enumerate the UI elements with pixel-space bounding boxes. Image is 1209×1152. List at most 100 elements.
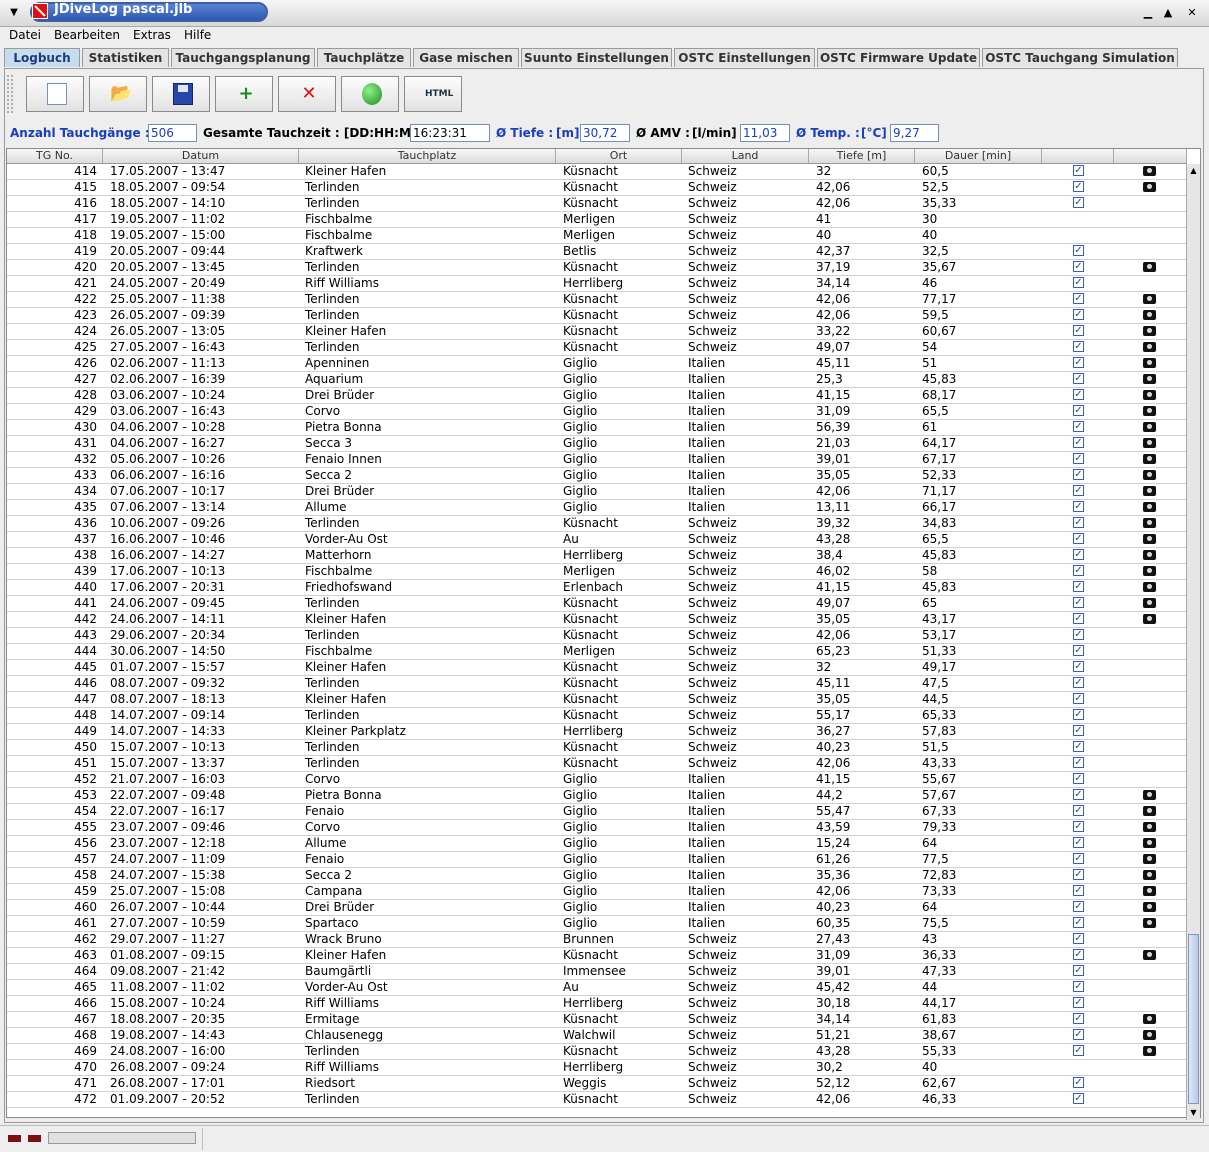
table-row[interactable]: 451 15.07.2007 - 13:37 Terlinden Küsnacht Sc… <box>7 756 1187 772</box>
table-row[interactable]: 462 29.07.2007 - 11:27 Wrack Bruno Brunnen S… <box>7 932 1187 948</box>
check-icon[interactable]: ✓ <box>1073 165 1084 176</box>
check-icon[interactable]: ✓ <box>1073 293 1084 304</box>
table-row[interactable]: 460 26.07.2007 - 10:44 Drei Brüder Giglio It… <box>7 900 1187 916</box>
check-icon[interactable]: ✓ <box>1073 917 1084 928</box>
check-icon[interactable]: ✓ <box>1073 581 1084 592</box>
check-icon[interactable]: ✓ <box>1073 837 1084 848</box>
check-icon[interactable]: ✓ <box>1073 741 1084 752</box>
check-icon[interactable]: ✓ <box>1073 789 1084 800</box>
check-icon[interactable]: ✓ <box>1073 693 1084 704</box>
check-icon[interactable]: ✓ <box>1073 997 1084 1008</box>
table-row[interactable]: 424 26.05.2007 - 13:05 Kleiner Hafen Küsnac… <box>7 324 1187 340</box>
menu-bearbeiten[interactable]: Bearbeiten <box>54 28 120 42</box>
table-row[interactable]: 421 24.05.2007 - 20:49 Riff Williams Herrli… <box>7 276 1187 292</box>
tab-suunto-einstellungen[interactable]: Suunto Einstellungen <box>521 48 672 67</box>
check-icon[interactable]: ✓ <box>1073 597 1084 608</box>
header-tauchplatz[interactable]: Tauchplatz <box>299 149 556 163</box>
table-row[interactable]: 426 02.06.2007 - 11:13 Apenninen Giglio Ital… <box>7 356 1187 372</box>
table-row[interactable]: 454 22.07.2007 - 16:17 Fenaio Giglio Italien… <box>7 804 1187 820</box>
table-row[interactable]: 469 24.08.2007 - 16:00 Terlinden Küsnacht Sc… <box>7 1044 1187 1060</box>
table-row[interactable]: 420 20.05.2007 - 13:45 Terlinden Küsnacht Sc… <box>7 260 1187 276</box>
table-row[interactable]: 466 15.08.2007 - 10:24 Riff Williams Herrli… <box>7 996 1187 1012</box>
scroll-thumb[interactable] <box>1188 934 1199 1104</box>
tab-ostc-firmware-update[interactable]: OSTC Firmware Update <box>817 48 980 67</box>
table-row[interactable]: 416 18.05.2007 - 14:10 Terlinden Küsnacht Sc… <box>7 196 1187 212</box>
check-icon[interactable]: ✓ <box>1073 1077 1084 1088</box>
table-row[interactable]: 417 19.05.2007 - 11:02 Fischbalme Merligen S… <box>7 212 1187 228</box>
table-row[interactable]: 459 25.07.2007 - 15:08 Campana Giglio Italie… <box>7 884 1187 900</box>
table-row[interactable]: 447 08.07.2007 - 18:13 Kleiner Hafen Küsnac… <box>7 692 1187 708</box>
header-tiefe[interactable]: Tiefe [m] <box>809 149 915 163</box>
check-icon[interactable]: ✓ <box>1073 453 1084 464</box>
check-icon[interactable]: ✓ <box>1073 661 1084 672</box>
table-row[interactable]: 423 26.05.2007 - 09:39 Terlinden Küsnacht Sc… <box>7 308 1187 324</box>
table-row[interactable]: 437 16.06.2007 - 10:46 Vorder-Au Ost Au Schw… <box>7 532 1187 548</box>
table-row[interactable]: 435 07.06.2007 - 13:14 Allume Giglio Italien… <box>7 500 1187 516</box>
table-row[interactable]: 425 27.05.2007 - 16:43 Terlinden Küsnacht Sc… <box>7 340 1187 356</box>
check-icon[interactable]: ✓ <box>1073 901 1084 912</box>
avg-amv-field[interactable]: 11,03 <box>740 124 790 142</box>
check-icon[interactable]: ✓ <box>1073 501 1084 512</box>
table-row[interactable]: 418 19.05.2007 - 15:00 Fischbalme Merligen S… <box>7 228 1187 244</box>
check-icon[interactable]: ✓ <box>1073 965 1084 976</box>
check-icon[interactable]: ✓ <box>1073 245 1084 256</box>
check-icon[interactable]: ✓ <box>1073 437 1084 448</box>
html-export-button[interactable]: HTML <box>404 76 462 112</box>
check-icon[interactable]: ✓ <box>1073 885 1084 896</box>
table-row[interactable]: 430 04.06.2007 - 10:28 Pietra Bonna Giglio I… <box>7 420 1187 436</box>
window-menu-icon[interactable]: ▼ <box>6 6 22 20</box>
check-icon[interactable]: ✓ <box>1073 197 1084 208</box>
table-row[interactable]: 463 01.08.2007 - 09:15 Kleiner Hafen Küsnac… <box>7 948 1187 964</box>
table-row[interactable]: 467 18.08.2007 - 20:35 Ermitage Küsnacht Sch… <box>7 1012 1187 1028</box>
check-icon[interactable]: ✓ <box>1073 629 1084 640</box>
check-icon[interactable]: ✓ <box>1073 421 1084 432</box>
table-row[interactable]: 464 09.08.2007 - 21:42 Baumgärtli Immensee S… <box>7 964 1187 980</box>
table-row[interactable]: 468 19.08.2007 - 14:43 Chlausenegg Walchwil… <box>7 1028 1187 1044</box>
tab-logbuch[interactable]: Logbuch <box>4 48 80 67</box>
save-button[interactable] <box>152 76 210 112</box>
table-row[interactable]: 439 17.06.2007 - 10:13 Fischbalme Merligen S… <box>7 564 1187 580</box>
menu-extras[interactable]: Extras <box>133 28 171 42</box>
table-row[interactable]: 457 24.07.2007 - 11:09 Fenaio Giglio Italien… <box>7 852 1187 868</box>
avg-temp-field[interactable]: 9,27 <box>890 124 939 142</box>
table-row[interactable]: 443 29.06.2007 - 20:34 Terlinden Küsnacht Sc… <box>7 628 1187 644</box>
toolbar-grip[interactable] <box>6 74 14 114</box>
total-time-field[interactable]: 16:23:31 <box>410 124 490 142</box>
check-icon[interactable]: ✓ <box>1073 181 1084 192</box>
check-icon[interactable]: ✓ <box>1073 373 1084 384</box>
table-row[interactable]: 444 30.06.2007 - 14:50 Fischbalme Merligen S… <box>7 644 1187 660</box>
check-icon[interactable]: ✓ <box>1073 677 1084 688</box>
table-row[interactable]: 442 24.06.2007 - 14:11 Kleiner Hafen Küsnac… <box>7 612 1187 628</box>
check-icon[interactable]: ✓ <box>1073 549 1084 560</box>
globe-button[interactable] <box>341 76 399 112</box>
new-button[interactable] <box>26 76 84 112</box>
table-row[interactable]: 415 18.05.2007 - 09:54 Terlinden Küsnacht Sc… <box>7 180 1187 196</box>
delete-dive-button[interactable]: ✕ <box>278 76 336 112</box>
check-icon[interactable]: ✓ <box>1073 613 1084 624</box>
table-row[interactable]: 436 10.06.2007 - 09:26 Terlinden Küsnacht Sc… <box>7 516 1187 532</box>
check-icon[interactable]: ✓ <box>1073 309 1084 320</box>
header-checked[interactable] <box>1042 149 1114 163</box>
table-row[interactable]: 450 15.07.2007 - 10:13 Terlinden Küsnacht Sc… <box>7 740 1187 756</box>
check-icon[interactable]: ✓ <box>1073 853 1084 864</box>
check-icon[interactable]: ✓ <box>1073 469 1084 480</box>
menu-hilfe[interactable]: Hilfe <box>184 28 211 42</box>
table-scrollbar[interactable]: ▲ ▼ <box>1186 164 1200 1120</box>
check-icon[interactable]: ✓ <box>1073 565 1084 576</box>
header-tg-no[interactable]: TG No. <box>7 149 103 163</box>
table-row[interactable]: 433 06.06.2007 - 16:16 Secca 2 Giglio Italie… <box>7 468 1187 484</box>
table-row[interactable]: 455 23.07.2007 - 09:46 Corvo Giglio Italien 4… <box>7 820 1187 836</box>
add-dive-button[interactable]: + <box>215 76 273 112</box>
check-icon[interactable]: ✓ <box>1073 341 1084 352</box>
table-row[interactable]: 445 01.07.2007 - 15:57 Kleiner Hafen Küsnac… <box>7 660 1187 676</box>
check-icon[interactable]: ✓ <box>1073 1045 1084 1056</box>
tab-tauchgangsplanung[interactable]: Tauchgangsplanung <box>171 48 315 67</box>
table-row[interactable]: 419 20.05.2007 - 09:44 Kraftwerk Betlis Schw… <box>7 244 1187 260</box>
avg-depth-field[interactable]: 30,72 <box>580 124 630 142</box>
check-icon[interactable]: ✓ <box>1073 405 1084 416</box>
scroll-down-icon[interactable]: ▼ <box>1187 1106 1200 1120</box>
check-icon[interactable]: ✓ <box>1073 533 1084 544</box>
minimize-icon[interactable]: ▁ <box>1141 6 1155 20</box>
table-row[interactable]: 461 27.07.2007 - 10:59 Spartaco Giglio Itali… <box>7 916 1187 932</box>
tab-tauchplaetze[interactable]: Tauchplätze <box>317 48 411 67</box>
